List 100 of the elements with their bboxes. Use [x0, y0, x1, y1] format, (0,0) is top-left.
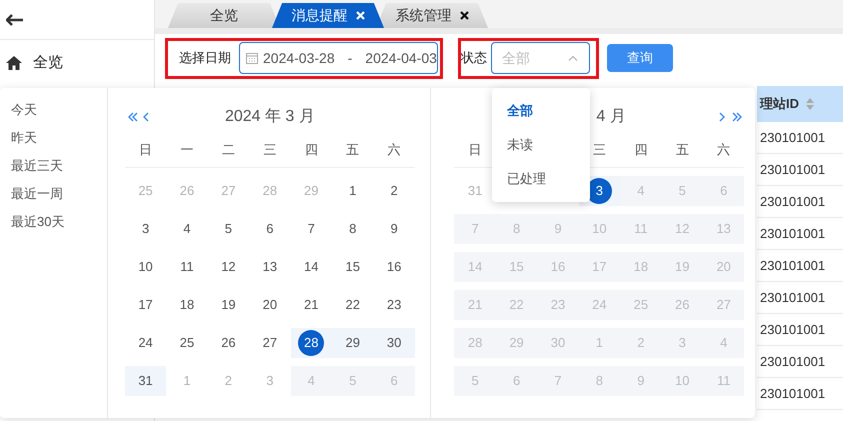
shortcut-item[interactable]: 昨天: [11, 124, 107, 152]
calendar-day[interactable]: 27: [221, 181, 236, 201]
sort-icon[interactable]: [805, 97, 815, 111]
calendar-day[interactable]: 29: [304, 181, 319, 201]
weekday-label: 四: [304, 142, 318, 157]
date-label: 选择日期: [179, 49, 231, 68]
shortcut-item[interactable]: 最近三天: [11, 152, 107, 180]
calendar-day[interactable]: 4: [720, 333, 728, 353]
calendar-day[interactable]: 24: [138, 333, 153, 353]
table-cell: 230101001: [757, 378, 843, 410]
calendar-day[interactable]: 6: [390, 371, 398, 391]
calendar-day[interactable]: 3: [678, 333, 686, 353]
shortcut-item[interactable]: 最近30天: [11, 208, 107, 236]
calendar-day[interactable]: 17: [138, 295, 153, 315]
sidebar-item[interactable]: 全览: [33, 52, 63, 74]
calendar-day[interactable]: 6: [720, 181, 728, 201]
calendar-day[interactable]: 25: [138, 181, 153, 201]
calendar-day[interactable]: 2: [390, 181, 398, 201]
calendar-day[interactable]: 4: [308, 371, 315, 391]
calendar-day[interactable]: 9: [637, 371, 644, 391]
table-cell: 230101001: [757, 314, 843, 346]
weekday-label: 日: [468, 142, 482, 157]
tab[interactable]: 消息提醒: [272, 3, 384, 28]
table-cell: 230101001: [757, 346, 843, 378]
calendar-day[interactable]: 20: [262, 295, 278, 315]
column-header[interactable]: 理站ID: [757, 86, 843, 122]
calendar-day[interactable]: 7: [472, 219, 479, 239]
calendar-day[interactable]: 23: [386, 295, 402, 315]
calendar-day[interactable]: 26: [221, 333, 236, 353]
table-cell: 230101001: [757, 186, 843, 218]
dropdown-option[interactable]: 全部: [492, 94, 590, 128]
calendar-day[interactable]: 16: [386, 257, 402, 277]
shortcut-item[interactable]: 今天: [11, 96, 107, 124]
weekday-label: 五: [346, 142, 360, 157]
calendar-day[interactable]: 1: [349, 181, 356, 201]
calendar-day[interactable]: 3: [266, 371, 274, 391]
calendar-day[interactable]: 1: [596, 333, 604, 353]
status-select[interactable]: 全部: [491, 42, 590, 74]
calendar-day[interactable]: 8: [349, 219, 356, 239]
weekday-label: 日: [139, 142, 152, 157]
calendar-day[interactable]: 15: [345, 257, 360, 277]
calendar-day[interactable]: 8: [512, 219, 520, 239]
calendar-day[interactable]: 9: [390, 219, 398, 239]
double-chevron-left-icon[interactable]: [126, 112, 140, 122]
calendar-day[interactable]: 5: [349, 371, 356, 391]
calendar-day[interactable]: 5: [678, 181, 686, 201]
table-cell: 230101001: [757, 282, 843, 314]
dropdown-option[interactable]: 未读: [492, 128, 590, 162]
date-range-field[interactable]: 2024-03-28 - 2024-04-03: [239, 42, 438, 74]
weekday-label: 三: [263, 142, 276, 157]
month-title: 2024 年 3 月: [224, 107, 315, 127]
calendar-day[interactable]: 5: [472, 371, 479, 391]
weekday-label: 二: [222, 142, 235, 157]
calendar-day[interactable]: 2: [224, 371, 232, 391]
calendar-day[interactable]: 2: [637, 333, 644, 353]
table-cell: 230101001: [757, 218, 843, 250]
calendar-day[interactable]: 11: [180, 257, 194, 277]
calendar-day[interactable]: 10: [138, 257, 153, 277]
status-label: 状态: [461, 49, 487, 68]
weekday-label: 一: [180, 142, 194, 157]
calendar-day[interactable]: 4: [183, 219, 191, 239]
weekday-label: 三: [592, 142, 606, 157]
calendar-day[interactable]: 6: [512, 371, 520, 391]
calendar-day[interactable]: 5: [224, 219, 232, 239]
calendar-day[interactable]: 31: [468, 181, 482, 201]
calendar-day[interactable]: 13: [262, 257, 278, 277]
calendar-day[interactable]: 12: [221, 257, 236, 277]
calendar-day[interactable]: 27: [262, 333, 278, 353]
calendar-day[interactable]: 21: [304, 295, 319, 315]
back-arrow-icon[interactable]: [6, 14, 24, 26]
caret-up-icon: [568, 55, 578, 61]
table-cell: 230101001: [757, 154, 843, 186]
chevron-right-icon[interactable]: [719, 112, 726, 122]
table-cell: 230101001: [757, 122, 843, 154]
calendar-day[interactable]: 3: [142, 219, 150, 239]
calendar-day[interactable]: 9: [554, 219, 562, 239]
calendar-day[interactable]: 22: [345, 295, 360, 315]
calendar-icon: [246, 52, 258, 64]
calendar-day[interactable]: 8: [596, 371, 604, 391]
shortcut-item[interactable]: 最近一周: [11, 180, 107, 208]
calendar-day[interactable]: 7: [308, 219, 315, 239]
calendar-day[interactable]: 14: [304, 257, 319, 277]
month-title: 4 月: [596, 107, 626, 127]
calendar-day[interactable]: 1: [183, 371, 191, 391]
calendar-day[interactable]: 6: [266, 219, 274, 239]
calendar-day[interactable]: 18: [180, 295, 194, 315]
calendar-day[interactable]: 26: [180, 181, 194, 201]
calendar-day[interactable]: 25: [180, 333, 194, 353]
close-icon[interactable]: [460, 11, 468, 20]
selected-day[interactable]: 28: [298, 330, 324, 356]
query-button[interactable]: 查询: [607, 44, 673, 72]
calendar-day[interactable]: 4: [637, 181, 644, 201]
chevron-left-icon[interactable]: [142, 112, 150, 122]
calendar-day[interactable]: 7: [554, 371, 562, 391]
weekday-label: 六: [388, 142, 401, 157]
table-cell: 230101001: [757, 250, 843, 282]
home-icon: [5, 55, 23, 71]
calendar-day[interactable]: 19: [221, 295, 236, 315]
weekday-label: 五: [676, 142, 689, 157]
calendar-day[interactable]: 28: [262, 181, 278, 201]
